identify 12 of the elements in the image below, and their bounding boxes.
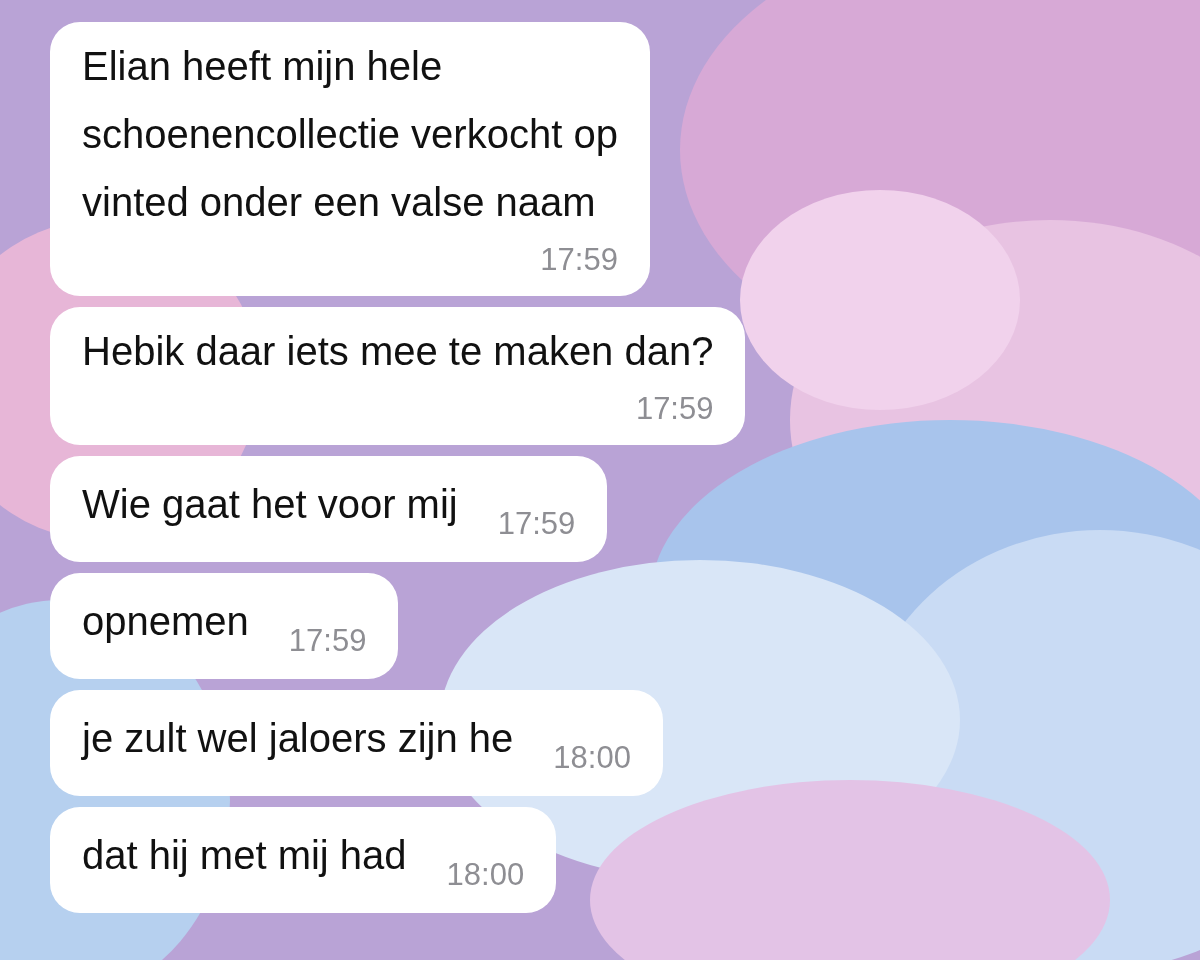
message-time: 17:59 [497, 505, 576, 543]
message-text: dat hij met mij had [82, 832, 407, 879]
message-time: 17:59 [288, 622, 367, 660]
message-time: 17:59 [635, 390, 714, 428]
message-text: je zult wel jaloers zijn he [82, 715, 514, 762]
message-time: 18:00 [446, 856, 525, 894]
message-text: opnemen [82, 598, 249, 645]
message-text: Hebik daar iets mee te maken dan? [82, 328, 714, 375]
message-text: Wie gaat het voor mij [82, 481, 458, 528]
message-time: 17:59 [540, 241, 618, 279]
message-text: Elian heeft mijn hele schoenencollectie verkocht op vinted onder een valse naam [82, 43, 618, 226]
message-time: 18:00 [553, 739, 631, 777]
